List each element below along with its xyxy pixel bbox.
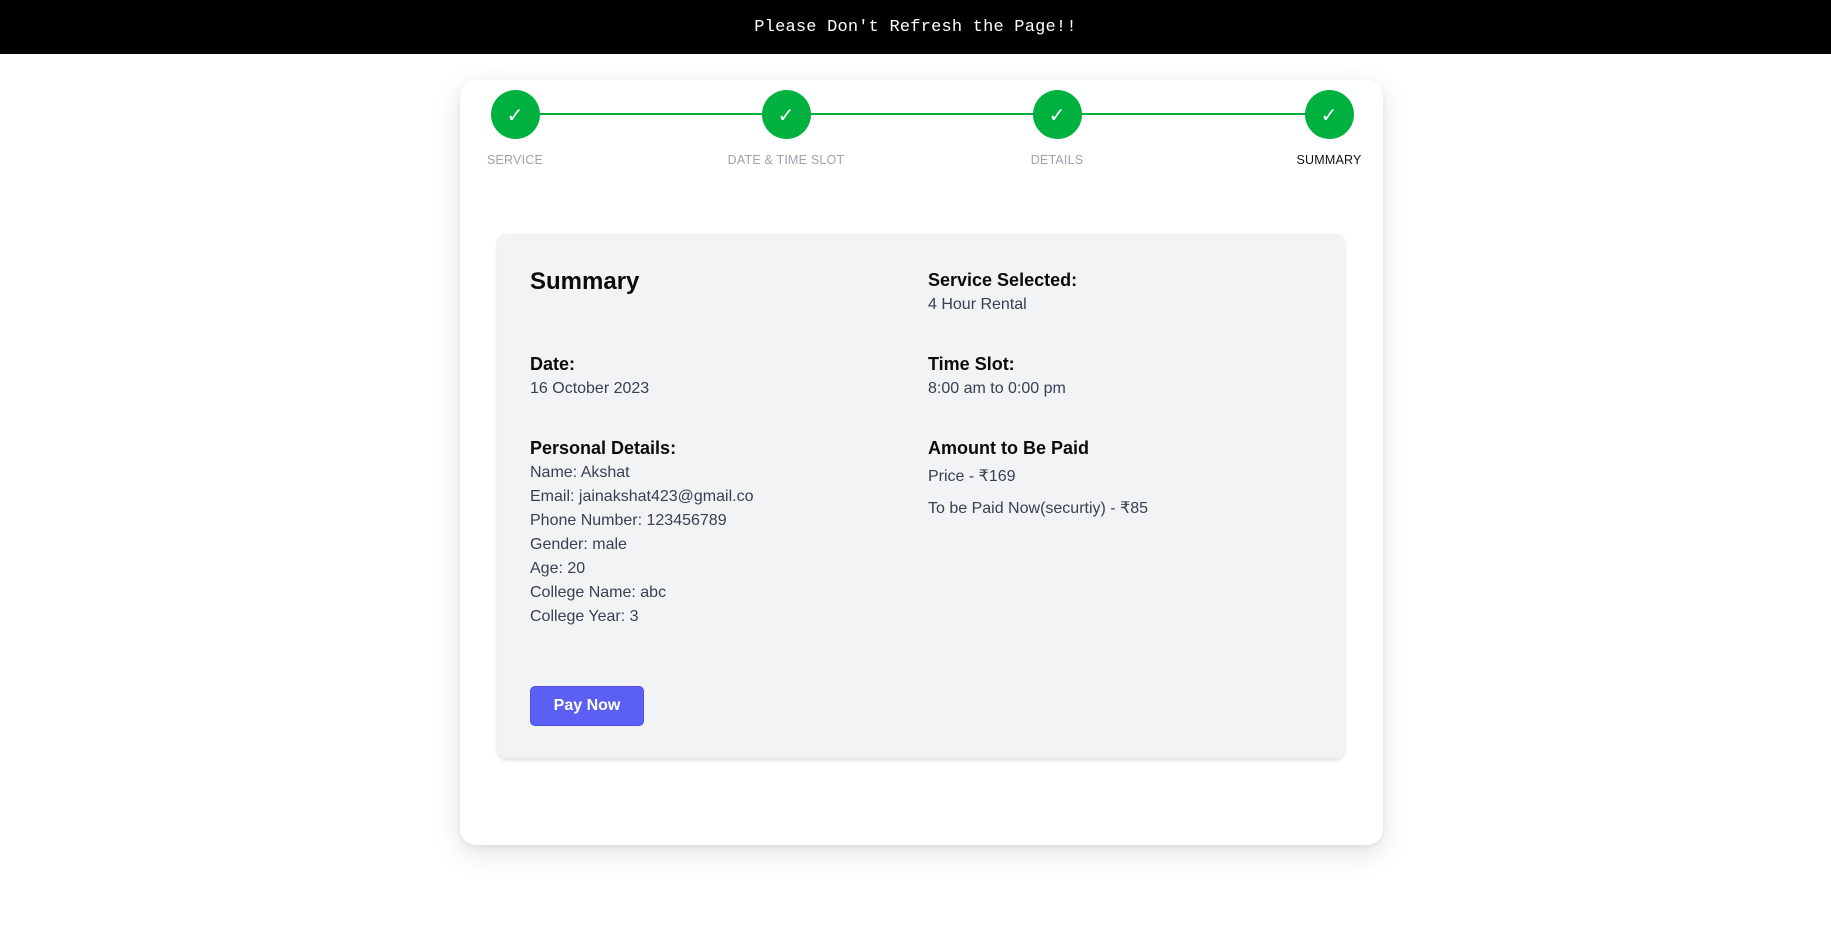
step-label: SUMMARY: [1296, 153, 1362, 167]
date-block: Date: 16 October 2023: [530, 354, 649, 401]
time-slot-value: 8:00 am to 0:00 pm: [928, 380, 1066, 397]
step-label: SERVICE: [486, 153, 544, 167]
step-service[interactable]: ✓ SERVICE: [455, 90, 575, 167]
amount-block: Amount to Be Paid Price - ₹169 To be Pai…: [928, 438, 1148, 525]
step-date-time-slot[interactable]: ✓ DATE & TIME SLOT: [726, 90, 846, 167]
booking-card: ✓ SERVICE ✓ DATE & TIME SLOT ✓ DETAILS ✓…: [460, 80, 1383, 845]
detail-college-name: College Name: abc: [530, 584, 667, 601]
personal-details-heading: Personal Details:: [530, 438, 677, 458]
date-value: 16 October 2023: [530, 380, 650, 397]
check-icon: ✓: [761, 90, 811, 139]
step-details[interactable]: ✓ DETAILS: [997, 90, 1117, 167]
check-icon: ✓: [1032, 90, 1082, 139]
time-slot-heading: Time Slot:: [928, 354, 1015, 374]
detail-name: Name: Akshat: [530, 464, 630, 481]
summary-panel: Summary Service Selected: 4 Hour Rental …: [498, 234, 1344, 758]
pay-now-button[interactable]: Pay Now: [530, 686, 644, 726]
personal-details-block: Personal Details: Name: Akshat Email: ja…: [530, 438, 753, 629]
date-heading: Date:: [530, 354, 576, 374]
amount-price: Price - ₹169: [928, 468, 1016, 485]
amount-heading: Amount to Be Paid: [928, 438, 1089, 458]
service-selected-value: 4 Hour Rental: [928, 296, 1027, 313]
refresh-warning-banner: Please Don't Refresh the Page!!: [0, 0, 1831, 54]
check-icon: ✓: [1304, 90, 1354, 139]
detail-gender: Gender: male: [530, 536, 627, 553]
summary-title: Summary: [530, 268, 640, 295]
step-label: DATE & TIME SLOT: [727, 153, 845, 167]
summary-title-block: Summary: [530, 268, 639, 296]
service-selected-block: Service Selected: 4 Hour Rental: [928, 270, 1077, 317]
progress-stepper: ✓ SERVICE ✓ DATE & TIME SLOT ✓ DETAILS ✓…: [487, 90, 1361, 180]
detail-age: Age: 20: [530, 560, 586, 577]
time-slot-block: Time Slot: 8:00 am to 0:00 pm: [928, 354, 1066, 401]
detail-college-year: College Year: 3: [530, 608, 639, 625]
detail-email: Email: jainakshat423@gmail.co: [530, 488, 754, 505]
step-summary[interactable]: ✓ SUMMARY: [1269, 90, 1389, 167]
step-label: DETAILS: [1030, 153, 1084, 167]
amount-pay-now: To be Paid Now(securtiy) - ₹85: [928, 500, 1149, 517]
detail-phone: Phone Number: 123456789: [530, 512, 727, 529]
service-selected-heading: Service Selected:: [928, 270, 1078, 290]
check-icon: ✓: [490, 90, 540, 139]
banner-text: Please Don't Refresh the Page!!: [754, 17, 1077, 37]
